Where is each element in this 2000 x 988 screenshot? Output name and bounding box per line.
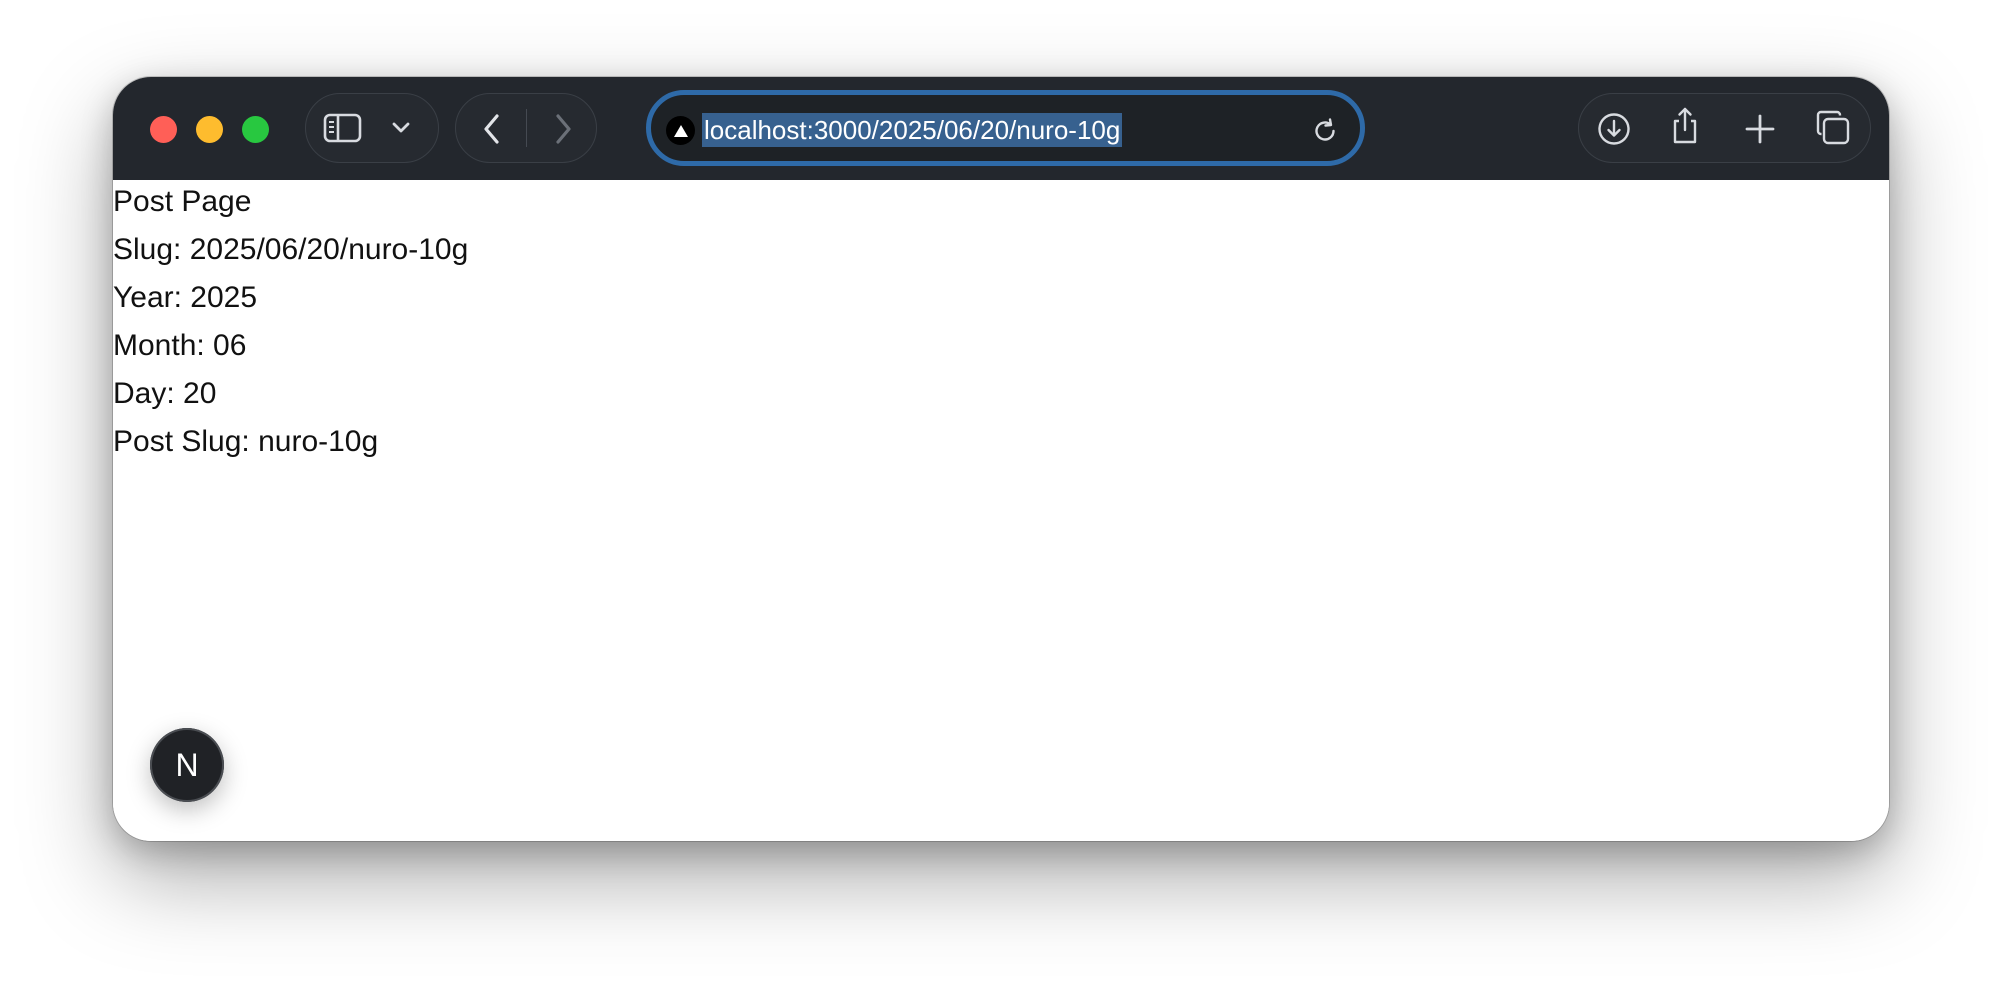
browser-toolbar: localhost:3000/2025/06/20/nuro-10g: [113, 77, 1889, 180]
chevron-left-icon[interactable]: [471, 111, 513, 147]
download-icon[interactable]: [1596, 111, 1632, 147]
nextjs-dev-indicator-button[interactable]: N: [150, 728, 224, 802]
year-text: Year: 2025: [113, 281, 258, 314]
browser-window: localhost:3000/2025/06/20/nuro-10g Post …: [113, 77, 1889, 841]
close-window-button[interactable]: [150, 116, 177, 143]
sidebar-icon[interactable]: [322, 111, 364, 145]
post-slug-text: Post Slug: nuro-10g: [113, 425, 379, 458]
tab-overview-icon[interactable]: [1814, 109, 1852, 147]
nextjs-logo-icon: N: [175, 746, 199, 783]
page-title: Post Page: [113, 185, 252, 218]
slug-text: Slug: 2025/06/20/nuro-10g: [113, 233, 469, 266]
zoom-window-button[interactable]: [242, 116, 269, 143]
nav-divider: [526, 109, 527, 147]
chevron-down-icon[interactable]: [389, 117, 413, 139]
chevron-right-icon[interactable]: [542, 111, 584, 147]
reload-icon[interactable]: [1310, 116, 1340, 146]
page-content: Post Page Slug: 2025/06/20/nuro-10g Year…: [113, 180, 1889, 841]
address-bar[interactable]: localhost:3000/2025/06/20/nuro-10g: [646, 90, 1365, 166]
share-icon[interactable]: [1668, 106, 1702, 146]
minimize-window-button[interactable]: [196, 116, 223, 143]
day-text: Day: 20: [113, 377, 217, 410]
month-text: Month: 06: [113, 329, 247, 362]
plus-icon[interactable]: [1743, 112, 1777, 146]
vercel-triangle-icon: [666, 116, 695, 145]
address-bar-url[interactable]: localhost:3000/2025/06/20/nuro-10g: [702, 113, 1123, 147]
